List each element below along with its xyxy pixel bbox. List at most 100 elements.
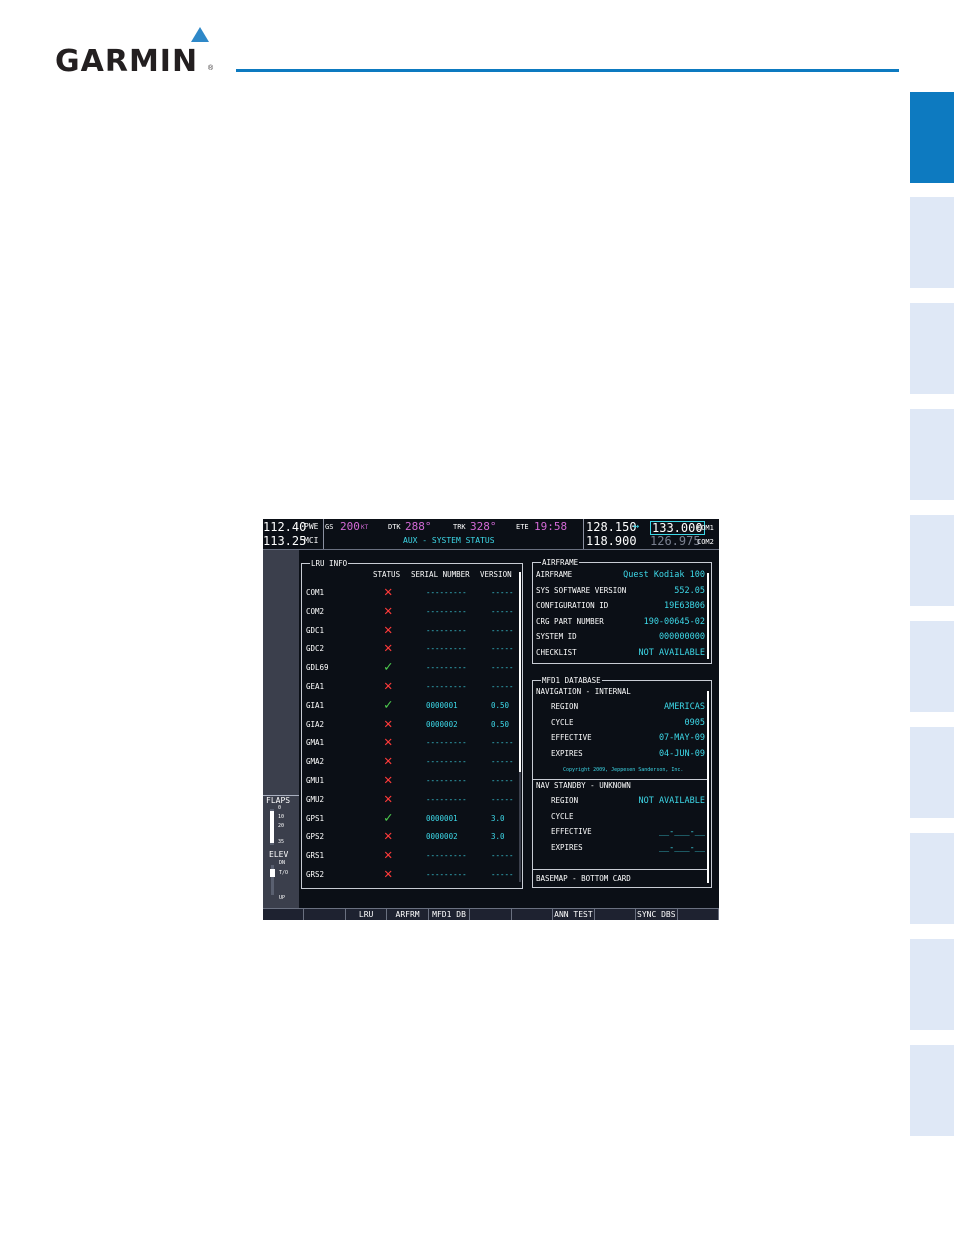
lru-serial: 0000001	[426, 700, 458, 710]
registered-mark: ®	[208, 65, 214, 72]
softkey-bar: LRU ARFRM MFD1 DB ANN TEST SYNC DBS	[263, 908, 719, 920]
softkey-8[interactable]: ANN TEST	[553, 909, 595, 920]
lru-serial: 0000002	[426, 832, 458, 842]
lru-status-header: STATUS	[373, 570, 401, 579]
nav2-id: MCI	[304, 536, 319, 545]
flaps-label: FLAPS	[266, 796, 291, 805]
section-tab-7[interactable]	[910, 727, 954, 818]
lru-row[interactable]: GPS2 ✕ 0000002 3.0	[302, 828, 522, 844]
elev-label: ELEV	[269, 850, 289, 859]
garmin-delta-icon	[191, 27, 209, 42]
lru-scrollbar-thumb[interactable]	[519, 572, 521, 772]
lru-row[interactable]: GIA1 ✓ 0000001 0.50	[302, 697, 522, 713]
lru-serial: ---------	[426, 870, 467, 879]
field-value: NOT AVAILABLE	[638, 648, 705, 658]
nav2-active-freq[interactable]: 113.25	[263, 535, 306, 547]
field-value: Quest Kodiak 100	[623, 570, 705, 580]
trk-label: TRK	[453, 523, 466, 531]
trk-value: 328°	[470, 520, 497, 533]
field-label: AIRFRAME	[536, 570, 573, 579]
lru-name: GRS1	[306, 851, 325, 861]
lru-row[interactable]: GPS1 ✓ 0000001 3.0	[302, 810, 522, 826]
lru-name: COM1	[306, 588, 325, 597]
lru-version: -----	[491, 851, 514, 861]
lru-row[interactable]: GRS2 ✕ --------- -----	[302, 866, 522, 882]
status-fail-icon: ✕	[384, 640, 393, 657]
dtk-value: 288°	[405, 520, 432, 533]
softkey-5[interactable]: MFD1 DB	[429, 909, 471, 920]
section-tab-9[interactable]	[910, 939, 954, 1030]
section-tab-1[interactable]	[910, 92, 954, 183]
field-label: EFFECTIVE	[551, 827, 592, 837]
section-tab-3[interactable]	[910, 303, 954, 394]
lru-row[interactable]: GRS1 ✕ --------- -----	[302, 847, 522, 863]
status-fail-icon: ✕	[384, 866, 393, 882]
com1-active-freq[interactable]: 128.150	[586, 521, 637, 533]
lru-row[interactable]: GMU1 ✕ --------- -----	[302, 772, 522, 788]
softkey-3[interactable]: LRU	[346, 909, 388, 920]
lru-serial: ---------	[426, 682, 467, 691]
lru-name: COM2	[306, 606, 325, 616]
status-ok-icon: ✓	[384, 659, 393, 676]
status-fail-icon: ✕	[384, 847, 393, 864]
lru-version: 3.0	[491, 832, 505, 842]
status-fail-icon: ✕	[384, 772, 393, 788]
com2-label: COM2	[697, 538, 714, 546]
field-label: CRG PART NUMBER	[536, 616, 604, 626]
header-rule	[236, 69, 899, 72]
mfd1-database-box: MFD1 DATABASE NAVIGATION - INTERNAL REGI…	[532, 676, 712, 888]
lru-name: GDC2	[306, 644, 325, 654]
lru-serial: ---------	[426, 588, 467, 597]
lru-row[interactable]: GDC2 ✕ --------- -----	[302, 640, 522, 656]
com2-active-freq[interactable]: 118.900	[586, 535, 637, 547]
lru-row[interactable]: GMA2 ✕ --------- -----	[302, 753, 522, 769]
softkey-1[interactable]	[263, 909, 305, 920]
field-label: SYS SOFTWARE VERSION	[536, 585, 627, 595]
page-title: AUX - SYSTEM STATUS	[403, 536, 495, 545]
status-fail-icon: ✕	[384, 621, 393, 638]
section-tab-4[interactable]	[910, 409, 954, 500]
softkey-11[interactable]	[678, 909, 719, 920]
field-value: 552.05	[674, 585, 705, 596]
lru-serial: 0000001	[426, 813, 458, 823]
field-value: __-___-__	[658, 842, 705, 853]
com2-standby-freq[interactable]: 126.975	[650, 535, 701, 547]
lru-row[interactable]: GDC1 ✕ --------- -----	[302, 622, 522, 638]
section-tab-6[interactable]	[910, 621, 954, 712]
section-tab-5[interactable]	[910, 515, 954, 606]
mfd-screenshot: 112.40 113.25 PWE MCI GS 200 KT DTK 288°…	[263, 519, 719, 920]
garmin-logo: GARMIN	[55, 44, 199, 79]
softkey-2[interactable]	[304, 909, 346, 920]
section-tab-8[interactable]	[910, 833, 954, 924]
freq-swap-icon[interactable]: ↔	[633, 522, 639, 532]
lru-row[interactable]: COM2 ✕ --------- -----	[302, 603, 522, 619]
lru-version: -----	[491, 663, 514, 673]
elev-up: UP	[279, 895, 286, 901]
section-tab-10[interactable]	[910, 1045, 954, 1136]
flaps-indicator	[270, 811, 274, 843]
flaps-tick-0: 0	[278, 805, 282, 811]
lru-row[interactable]: GMA1 ✕ --------- -----	[302, 734, 522, 750]
lru-serial: ---------	[426, 794, 467, 804]
field-value: __-___-__	[658, 827, 705, 838]
lru-row[interactable]: GEA1 ✕ --------- -----	[302, 678, 522, 694]
softkey-4[interactable]: ARFRM	[387, 909, 429, 920]
softkey-7[interactable]	[512, 909, 554, 920]
softkey-6[interactable]	[470, 909, 512, 920]
nav1-active-freq[interactable]: 112.40	[263, 521, 306, 533]
field-value: 07-MAY-09	[658, 733, 705, 744]
lru-name: GMU2	[306, 794, 325, 804]
lru-row[interactable]: GDL69 ✓ --------- -----	[302, 659, 522, 675]
lru-name: GIA1	[306, 700, 325, 710]
softkey-10[interactable]: SYNC DBS	[636, 909, 678, 920]
lru-row[interactable]: GMU2 ✕ --------- -----	[302, 791, 522, 807]
mfd-db-scrollbar[interactable]	[707, 691, 709, 883]
field-label: CYCLE	[551, 811, 574, 821]
lru-name: GMU1	[306, 776, 325, 785]
section-tab-2[interactable]	[910, 197, 954, 288]
softkey-9[interactable]	[595, 909, 637, 920]
flaps-tick-20: 20	[278, 823, 285, 829]
lru-row[interactable]: COM1 ✕ --------- -----	[302, 584, 522, 600]
lru-row[interactable]: GIA2 ✕ 0000002 0.50	[302, 716, 522, 732]
airframe-scrollbar[interactable]	[707, 573, 709, 659]
